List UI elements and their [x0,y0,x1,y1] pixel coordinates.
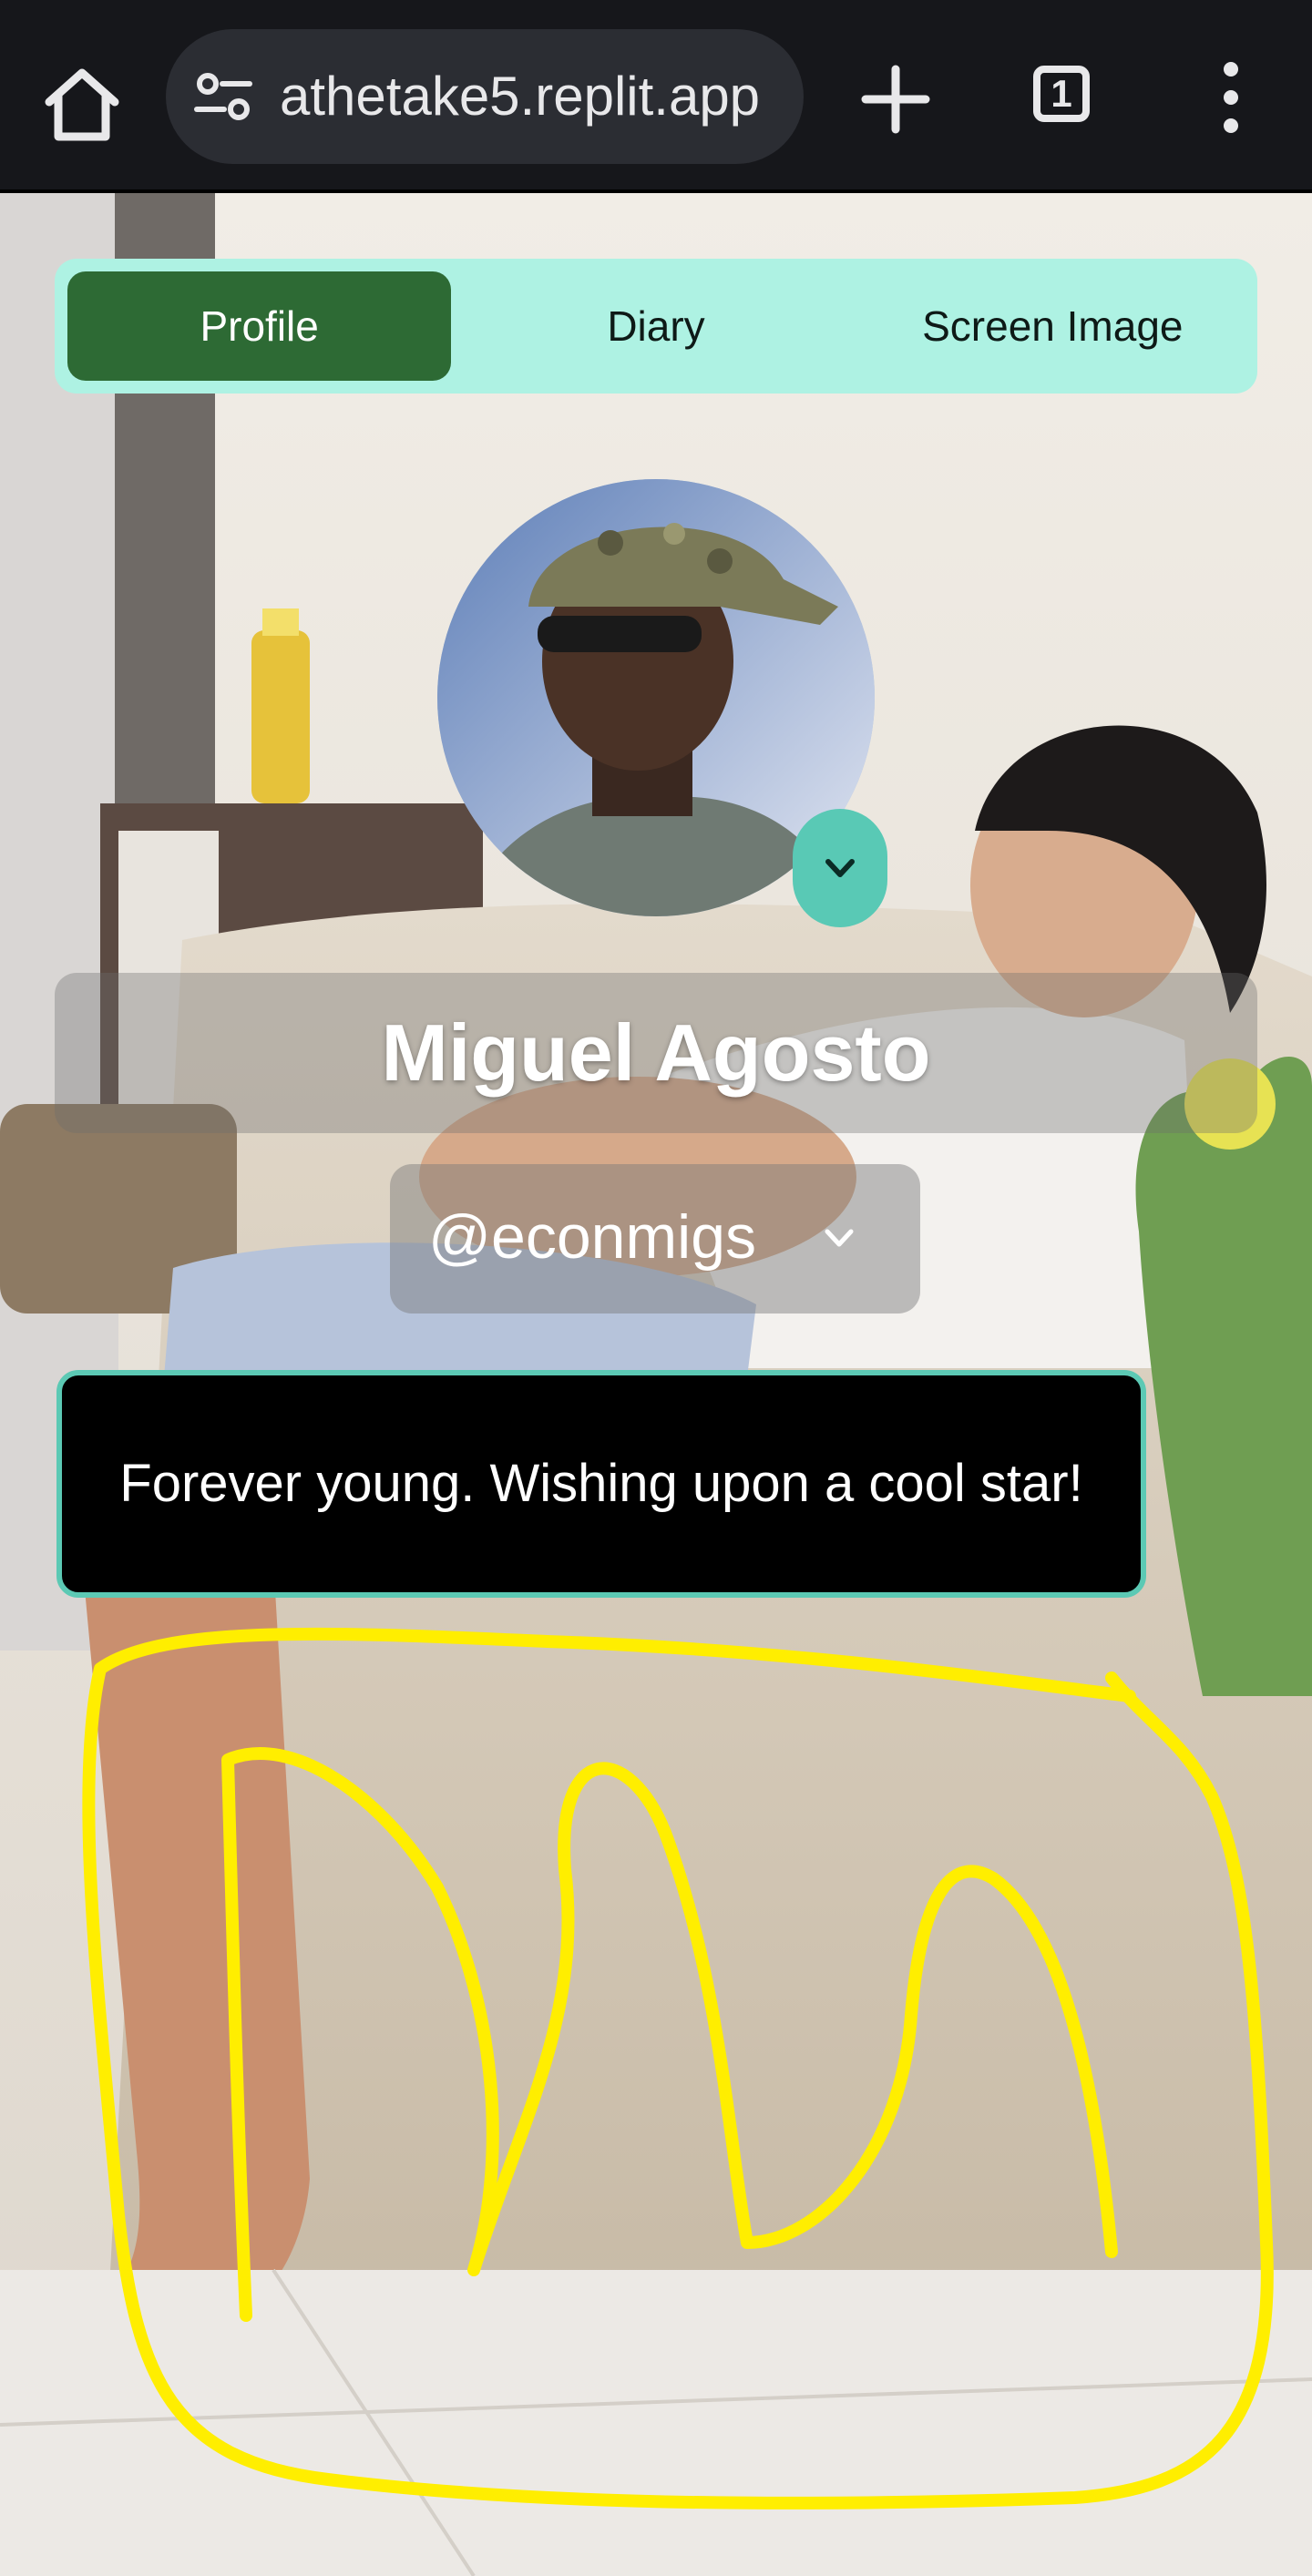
site-settings-icon[interactable] [191,66,255,129]
profile-handle: @econmigs [428,1202,757,1272]
chevron-down-icon [825,1229,854,1247]
handle-dropdown[interactable]: @econmigs [390,1164,920,1314]
tab-diary[interactable]: Diary [464,271,847,381]
tab-count-icon[interactable]: 1 [1033,66,1090,122]
home-icon[interactable] [36,60,128,151]
tab-bar: Profile Diary Screen Image [55,259,1257,394]
chevron-down-icon [825,859,855,877]
url-text: athetake5.replit.app [280,66,761,127]
avatar-toggle-button[interactable] [793,809,887,927]
bio-card: Forever young. Wishing upon a cool star! [56,1370,1146,1598]
profile-name: Miguel Agosto [381,1007,931,1098]
profile-bio: Forever young. Wishing upon a cool star! [119,1454,1083,1513]
more-vertical-icon[interactable] [1199,58,1263,137]
profile-page: Profile Diary Screen Image Miguel Agosto… [0,193,1312,2576]
profile-name-container: Miguel Agosto [55,973,1257,1133]
tab-screen-image[interactable]: Screen Image [861,271,1245,381]
tab-profile[interactable]: Profile [67,271,452,381]
browser-toolbar: athetake5.replit.app 1 [0,0,1312,193]
plus-icon[interactable] [856,60,935,138]
address-bar[interactable]: athetake5.replit.app [166,29,804,164]
